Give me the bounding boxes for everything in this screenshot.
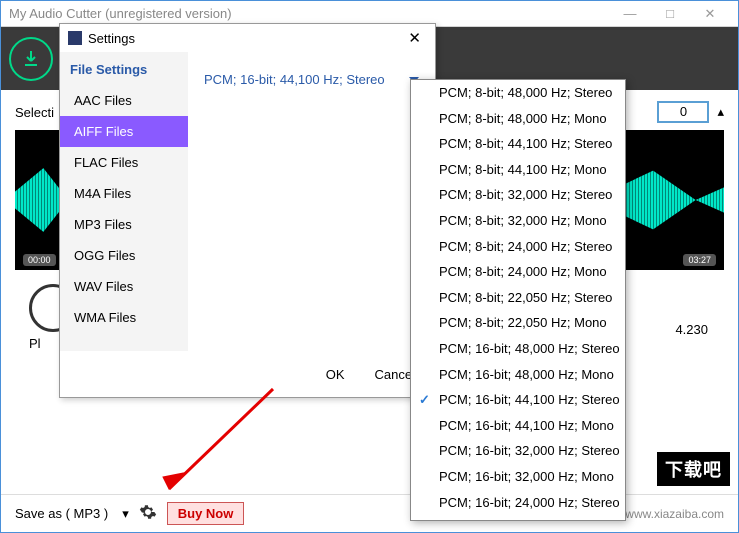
format-combo[interactable]: PCM; 16-bit; 44,100 Hz; Stereo — [198, 68, 425, 91]
watermark: 下载吧 — [657, 452, 730, 486]
format-option[interactable]: PCM; 16-bit; 32,000 Hz; Mono — [411, 464, 625, 490]
sidebar-item-wma-files[interactable]: WMA Files — [60, 302, 188, 333]
buy-now-button[interactable]: Buy Now — [167, 502, 245, 525]
format-option[interactable]: PCM; 8-bit; 48,000 Hz; Mono — [411, 106, 625, 132]
settings-sidebar: File Settings AAC FilesAIFF FilesFLAC Fi… — [60, 52, 188, 351]
time-start: 00:00 — [23, 254, 56, 266]
total-time: 4.230 — [675, 322, 708, 337]
sidebar-item-mp3-files[interactable]: MP3 Files — [60, 209, 188, 240]
url-label: www.xiazaiba.com — [625, 507, 724, 521]
format-option[interactable]: PCM; 8-bit; 48,000 Hz; Stereo — [411, 80, 625, 106]
cancel-button[interactable]: Cancel — [375, 367, 415, 382]
selection-label: Selecti — [15, 105, 54, 120]
window-title: My Audio Cutter (unregistered version) — [9, 6, 232, 21]
format-option[interactable]: PCM; 16-bit; 24,000 Hz; Stereo — [411, 490, 625, 516]
format-combo-value: PCM; 16-bit; 44,100 Hz; Stereo — [204, 72, 385, 87]
format-option[interactable]: PCM; 16-bit; 44,100 Hz; Mono — [411, 413, 625, 439]
format-option[interactable]: PCM; 8-bit; 24,000 Hz; Stereo — [411, 234, 625, 260]
app-icon — [68, 31, 82, 45]
sidebar-item-m4a-files[interactable]: M4A Files — [60, 178, 188, 209]
format-option[interactable]: PCM; 8-bit; 44,100 Hz; Stereo — [411, 131, 625, 157]
bottom-bar: Save as ( MP3 ) ▾ Buy Now www.xiazaiba.c… — [1, 494, 738, 532]
sidebar-item-aac-files[interactable]: AAC Files — [60, 85, 188, 116]
sidebar-item-ogg-files[interactable]: OGG Files — [60, 240, 188, 271]
format-option[interactable]: PCM; 8-bit; 24,000 Hz; Mono — [411, 259, 625, 285]
spin-input[interactable]: 0 — [657, 101, 709, 123]
dialog-close-icon[interactable]: ✕ — [402, 27, 427, 49]
download-icon[interactable] — [9, 37, 53, 81]
format-option[interactable]: PCM; 16-bit; 48,000 Hz; Stereo — [411, 336, 625, 362]
dialog-title: Settings — [88, 31, 135, 46]
time-end: 03:27 — [683, 254, 716, 266]
format-option[interactable]: PCM; 8-bit; 22,050 Hz; Mono — [411, 310, 625, 336]
maximize-button[interactable]: □ — [650, 1, 690, 27]
minimize-button[interactable]: — — [610, 1, 650, 27]
save-as-label[interactable]: Save as ( MP3 ) — [15, 506, 108, 521]
format-option[interactable]: PCM; 16-bit; 32,000 Hz; Stereo — [411, 438, 625, 464]
settings-gear-icon[interactable] — [139, 503, 157, 524]
format-option[interactable]: PCM; 8-bit; 32,000 Hz; Stereo — [411, 182, 625, 208]
settings-panel: PCM; 16-bit; 44,100 Hz; Stereo — [188, 52, 435, 351]
settings-dialog: Settings ✕ File Settings AAC FilesAIFF F… — [59, 23, 436, 398]
ok-button[interactable]: OK — [326, 367, 345, 382]
format-option[interactable]: PCM; 16-bit; 24,000 Hz; Mono — [411, 515, 625, 521]
sidebar-item-aiff-files[interactable]: AIFF Files — [60, 116, 188, 147]
close-button[interactable]: ✕ — [690, 1, 730, 27]
sidebar-item-wav-files[interactable]: WAV Files — [60, 271, 188, 302]
format-option[interactable]: PCM; 16-bit; 44,100 Hz; Stereo — [411, 387, 625, 413]
save-as-chevron-icon[interactable]: ▾ — [122, 506, 129, 522]
sidebar-header: File Settings — [60, 54, 188, 85]
format-option[interactable]: PCM; 8-bit; 44,100 Hz; Mono — [411, 157, 625, 183]
format-option[interactable]: PCM; 8-bit; 32,000 Hz; Mono — [411, 208, 625, 234]
sidebar-item-flac-files[interactable]: FLAC Files — [60, 147, 188, 178]
format-dropdown[interactable]: PCM; 8-bit; 48,000 Hz; StereoPCM; 8-bit;… — [410, 79, 626, 521]
format-option[interactable]: PCM; 16-bit; 48,000 Hz; Mono — [411, 362, 625, 388]
spin-up-icon[interactable]: ▴ — [717, 104, 724, 120]
format-option[interactable]: PCM; 8-bit; 22,050 Hz; Stereo — [411, 285, 625, 311]
